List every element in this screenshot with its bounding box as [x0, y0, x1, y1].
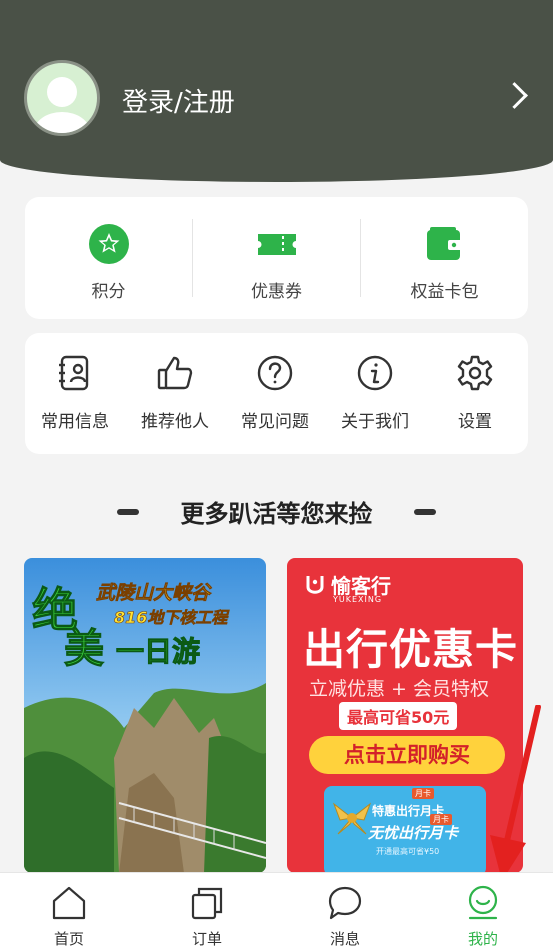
ticket-icon [258, 234, 296, 255]
brand-en: YUKEXING [333, 595, 383, 604]
nav-orders-label: 订单 [191, 930, 222, 948]
coupons-label: 优惠券 [251, 282, 302, 302]
about-label: 关于我们 [341, 412, 409, 432]
save-badge: 最高可省50元 [339, 702, 458, 730]
star-badge-icon [89, 224, 129, 264]
thumbs-up-icon [157, 356, 193, 390]
contact-card-icon [59, 355, 89, 391]
faq-label: 常见问题 [241, 412, 309, 432]
monthly-card-image: 月卡 特惠出行月卡 月卡 无忧出行月卡 开通最高可省¥50 [324, 786, 486, 873]
chat-icon [328, 886, 362, 920]
promo-headline: 出行优惠卡 [303, 625, 519, 674]
settings-item[interactable]: 设置 [425, 333, 525, 454]
nav-messages[interactable]: 消息 [276, 873, 414, 950]
promo-subtitle: 立减优惠 + 会员特权 [309, 678, 489, 700]
nav-home-label: 首页 [53, 930, 84, 948]
user-avatar-icon [34, 77, 90, 133]
yukexing-logo-icon [306, 576, 324, 594]
wallet-icon [427, 227, 462, 260]
red-arrow-annotation [490, 705, 541, 881]
nav-home[interactable]: 首页 [0, 873, 138, 950]
recommend-item[interactable]: 推荐他人 [125, 333, 225, 454]
nav-profile-label: 我的 [467, 930, 498, 948]
login-register-link[interactable]: 登录/注册 [122, 82, 235, 119]
avatar[interactable] [24, 60, 100, 136]
common-info-label: 常用信息 [41, 412, 109, 432]
points-label: 积分 [91, 282, 126, 302]
card-subtitle: 开通最高可省¥50 [376, 847, 440, 856]
promo-tour-card[interactable]: 绝 美 一日游 武陵山大峡谷 816地下核工程 [24, 558, 266, 873]
tour-title-line2: 美 [64, 625, 105, 673]
question-icon [257, 355, 293, 391]
profile-header: 登录/注册 [0, 0, 553, 182]
profile-icon [468, 885, 498, 920]
tour-tag-1: 武陵山大峡谷 [96, 582, 211, 605]
orders-icon [191, 887, 223, 920]
tour-title-line3: 一日游 [115, 635, 201, 669]
services-card: 常用信息 推荐他人 常见问题 关于我们 设置 [25, 333, 528, 454]
about-item[interactable]: 关于我们 [325, 333, 425, 454]
faq-item[interactable]: 常见问题 [225, 333, 325, 454]
info-icon [357, 355, 393, 391]
coupons-item[interactable]: 优惠券 [193, 197, 360, 319]
home-icon [52, 886, 86, 920]
settings-label: 设置 [458, 412, 492, 432]
buy-now-button[interactable]: 点击立即购买 [309, 736, 505, 774]
card-badge-1: 月卡 [412, 788, 434, 799]
section-title: 更多趴活等您来捡 [180, 500, 373, 528]
tour-tag-2: 816地下核工程 [114, 608, 228, 628]
card-title: 无忧出行月卡 [368, 824, 459, 842]
nav-orders[interactable]: 订单 [138, 873, 276, 950]
common-info-item[interactable]: 常用信息 [25, 333, 125, 454]
benefit-cards-label: 权益卡包 [410, 282, 479, 302]
chevron-right-icon[interactable] [501, 82, 528, 109]
nav-messages-label: 消息 [329, 930, 360, 948]
gift-bow-icon [332, 802, 372, 835]
gear-icon [457, 355, 493, 391]
title-dash-right [414, 509, 436, 515]
points-item[interactable]: 积分 [25, 197, 192, 319]
assets-card: 积分 优惠券 权益卡包 [25, 197, 528, 319]
benefit-cards-item[interactable]: 权益卡包 [361, 197, 528, 319]
nav-profile[interactable]: 我的 [414, 873, 552, 950]
bottom-nav: 首页 订单 消息 我的 [0, 872, 553, 950]
recommend-label: 推荐他人 [141, 412, 209, 432]
